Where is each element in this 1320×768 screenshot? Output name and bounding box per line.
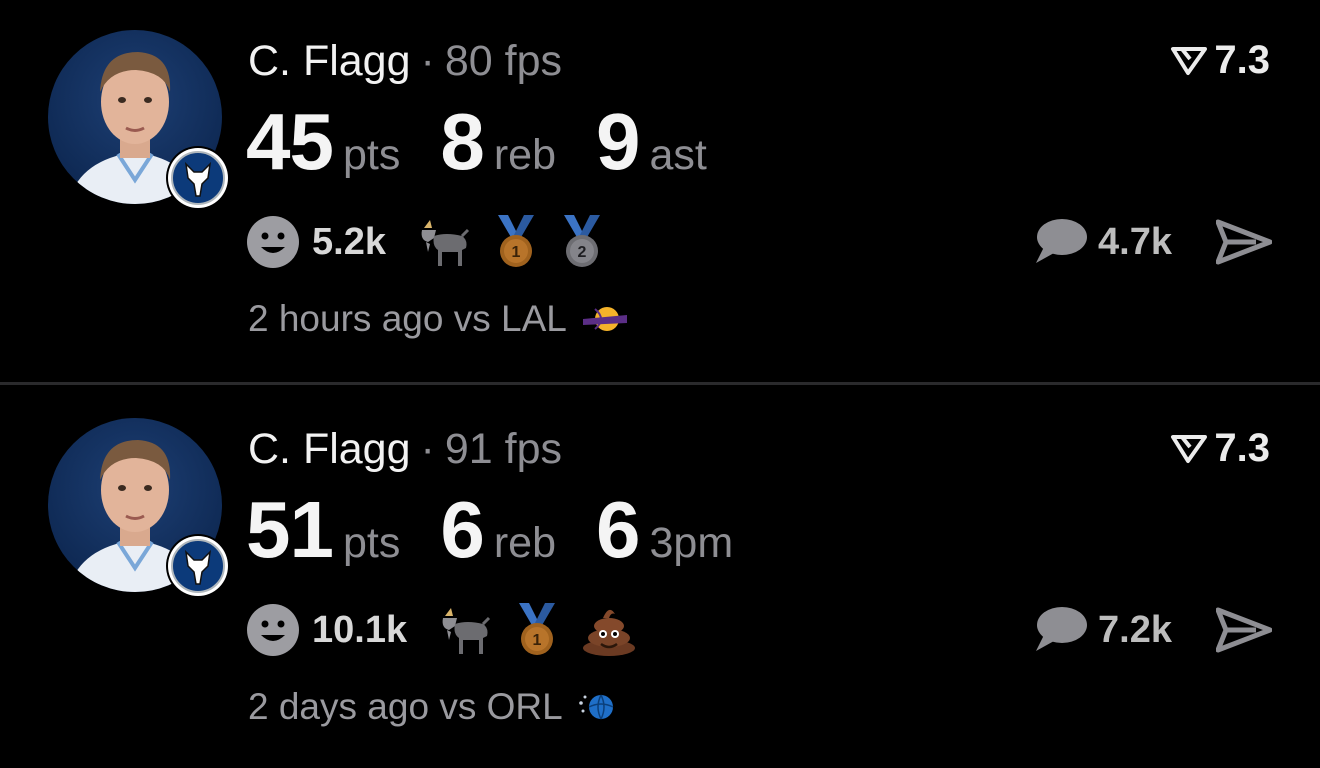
magic-logo (578, 694, 614, 720)
feed-card[interactable]: C. Flagg · 80 fps 7.3 45 pts 8 reb 9 ast 5.2k (0, 0, 1320, 380)
svg-text:1: 1 (512, 244, 521, 261)
stat-value: 6 (440, 485, 484, 574)
comments-count: 4.7k (1098, 220, 1172, 263)
reactions-count: 10.1k (312, 608, 408, 651)
time-ago: 2 days ago (248, 686, 430, 727)
stat-value: 8 (440, 97, 484, 186)
player-header: C. Flagg · 80 fps (248, 36, 562, 86)
mavericks-logo (168, 536, 228, 596)
fantasy-points: 80 fps (444, 37, 562, 85)
smiley-reaction-icon[interactable] (246, 603, 300, 657)
reactions-row: 5.2k 1 2 (246, 212, 626, 272)
stat-label: ast (649, 131, 707, 179)
silver-medal-icon[interactable]: 2 (560, 213, 604, 271)
goat-icon[interactable] (437, 602, 493, 658)
stat-value: 9 (596, 97, 640, 186)
reactions-row: 10.1k 1 (246, 600, 659, 660)
rating-icon (1171, 434, 1208, 463)
card-divider (0, 382, 1320, 385)
rating-icon (1171, 46, 1208, 75)
stat-label: pts (342, 131, 401, 179)
poop-icon[interactable] (581, 604, 637, 656)
comment-icon[interactable] (1032, 217, 1088, 267)
feed-card[interactable]: C. Flagg · 91 fps 7.3 51 pts 6 reb 6 3pm 10.1… (0, 388, 1320, 768)
stat-label: reb (493, 519, 557, 567)
svg-text:1: 1 (533, 632, 542, 649)
stat-value: 6 (596, 485, 640, 574)
opponent[interactable]: vs ORL (439, 686, 562, 728)
lakers-logo (582, 307, 627, 331)
fantasy-points: 91 fps (444, 425, 562, 473)
comment-icon[interactable] (1032, 605, 1088, 655)
rating-badge[interactable]: 7.3 (1170, 38, 1270, 83)
comments-count: 7.2k (1098, 608, 1172, 651)
separator-dot: · (420, 37, 435, 85)
stat-line: 45 pts 8 reb 9 ast (246, 96, 747, 188)
player-name[interactable]: C. Flagg (248, 37, 411, 85)
rating-value: 7.3 (1214, 426, 1270, 470)
stat-label: reb (493, 131, 557, 179)
separator-dot: · (420, 425, 435, 473)
stat-value: 45 (246, 97, 334, 186)
svg-text:2: 2 (578, 244, 587, 261)
engagement-row: 7.2k (1032, 600, 1272, 660)
goat-icon[interactable] (416, 214, 472, 270)
share-send-icon[interactable] (1216, 218, 1272, 266)
rating-value: 7.3 (1214, 38, 1270, 82)
opponent[interactable]: vs LAL (454, 298, 567, 340)
smiley-reaction-icon[interactable] (246, 215, 300, 269)
game-meta: 2 days ago vs ORL (248, 686, 617, 728)
stat-label: 3pm (649, 519, 734, 567)
game-meta: 2 hours ago vs LAL (248, 298, 629, 340)
share-send-icon[interactable] (1216, 606, 1272, 654)
reactions-count: 5.2k (312, 220, 386, 263)
mavericks-logo (168, 148, 228, 208)
player-header: C. Flagg · 91 fps (248, 424, 562, 474)
stat-line: 51 pts 6 reb 6 3pm (246, 484, 773, 576)
gold-medal-icon[interactable]: 1 (494, 213, 538, 271)
stat-value: 51 (246, 485, 334, 574)
player-name[interactable]: C. Flagg (248, 425, 411, 473)
engagement-row: 4.7k (1032, 212, 1272, 272)
time-ago: 2 hours ago (248, 298, 444, 339)
gold-medal-icon[interactable]: 1 (515, 601, 559, 659)
stat-label: pts (342, 519, 401, 567)
rating-badge[interactable]: 7.3 (1170, 426, 1270, 471)
